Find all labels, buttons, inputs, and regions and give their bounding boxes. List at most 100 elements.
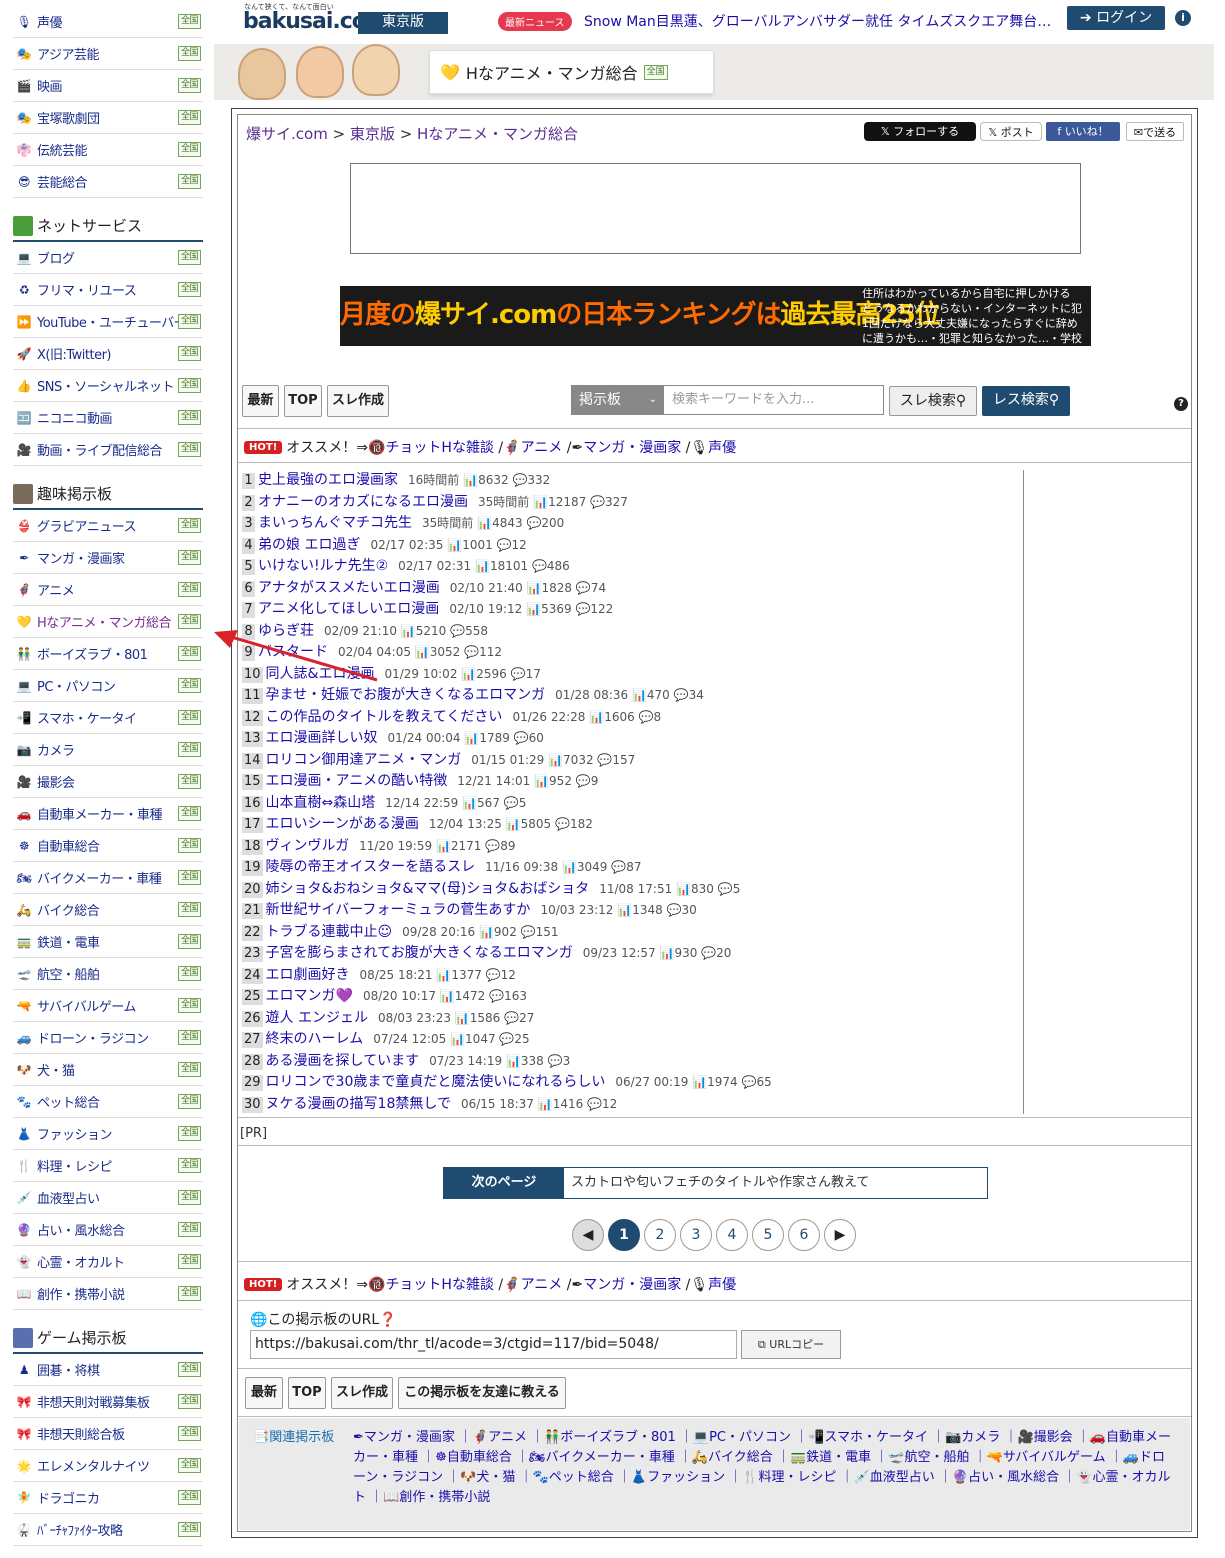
sidebar-item[interactable]: 👍 SNS・ソーシャルネット 全国 — [13, 370, 203, 402]
sidebar-item[interactable]: ☸ 自動車総合 全国 — [13, 830, 203, 862]
sidebar-item[interactable]: 🛵 バイク総合 全国 — [13, 894, 203, 926]
sidebar-item[interactable]: 🍴 料理・レシピ 全国 — [13, 1150, 203, 1182]
nationwide-badge[interactable]: 全国 — [177, 1458, 201, 1473]
x-post-button[interactable]: 𝕏 ポスト — [980, 122, 1042, 141]
related-link[interactable]: PC・パソコン — [709, 1430, 791, 1445]
recommend-link[interactable]: マンガ・漫画家 — [583, 440, 681, 456]
nationwide-badge[interactable]: 全国 — [177, 410, 201, 425]
thread-title-link[interactable]: 遊人 エンジェル — [266, 1010, 368, 1026]
thread-row[interactable]: 11 孕ませ・妊娠でお腹が大きくなるエロマンガ 01/28 08:36 📊470 💬… — [242, 685, 1023, 707]
nationwide-badge[interactable]: 全国 — [177, 1094, 201, 1109]
nationwide-badge[interactable]: 全国 — [177, 678, 201, 693]
related-link[interactable]: 航空・船舶 — [904, 1450, 969, 1465]
page-number-4[interactable]: 4 — [716, 1219, 748, 1251]
page-number-2[interactable]: 2 — [644, 1219, 676, 1251]
res-search-button[interactable]: レス検索⚲ — [982, 386, 1070, 416]
nationwide-badge[interactable]: 全国 — [177, 174, 201, 189]
sidebar-item[interactable]: 🎀 非想天則総合板 全国 — [13, 1418, 203, 1450]
thread-row[interactable]: 29 ロリコンで30歳まで童貞だと魔法使いになれるらしい 06/27 00:19 📊… — [242, 1072, 1023, 1094]
latest-button[interactable]: 最新 — [242, 385, 279, 417]
thread-title-link[interactable]: 終末のハーレム — [266, 1031, 364, 1047]
nationwide-badge[interactable]: 全国 — [177, 998, 201, 1013]
nationwide-badge[interactable]: 全国 — [177, 1158, 201, 1173]
thread-title-link[interactable]: ロリコンで30歳まで童貞だと魔法使いになれるらしい — [266, 1074, 606, 1090]
thread-row[interactable]: 26 遊人 エンジェル 08/03 23:23 📊1586 💬27 — [242, 1008, 1023, 1030]
related-link[interactable]: 犬・猫 — [476, 1470, 515, 1485]
sidebar-item[interactable]: ♟ 囲碁・将棋 全国 — [13, 1354, 203, 1386]
nationwide-badge[interactable]: 全国 — [177, 934, 201, 949]
sidebar-item[interactable]: 🎙 声優 全国 — [13, 6, 203, 38]
sidebar-item[interactable]: 👗 ファッション 全国 — [13, 1118, 203, 1150]
thread-title-link[interactable]: オナニーのオカズになるエロ漫画 — [258, 494, 468, 510]
sidebar-item[interactable]: 🔮 占い・風水総合 全国 — [13, 1214, 203, 1246]
sidebar-item[interactable]: 📲 スマホ・ケータイ 全国 — [13, 702, 203, 734]
sidebar-item[interactable]: 💻 PC・パソコン 全国 — [13, 670, 203, 702]
thread-title-link[interactable]: ヌケる漫画の描写18禁無しで — [266, 1096, 451, 1112]
thread-title-link[interactable]: 新世紀サイバーフォーミュラの菅生あすか — [266, 902, 531, 918]
sidebar-item[interactable]: 💉 血液型占い 全国 — [13, 1182, 203, 1214]
thread-row[interactable]: 1 史上最強のエロ漫画家 16時間前 📊8632 💬332 — [242, 470, 1023, 492]
url-copy-button[interactable]: ⧉ URLコピー — [741, 1330, 841, 1359]
thread-row[interactable]: 30 ヌケる漫画の描写18禁無しで 06/15 18:37 📊1416 💬12 — [242, 1094, 1023, 1116]
question-icon[interactable]: ❓ — [379, 1312, 396, 1328]
nationwide-badge[interactable]: 全国 — [177, 774, 201, 789]
nationwide-badge[interactable]: 全国 — [177, 142, 201, 157]
thread-row[interactable]: 27 終末のハーレム 07/24 12:05 📊1047 💬25 — [242, 1029, 1023, 1051]
thread-row[interactable]: 2 オナニーのオカズになるエロ漫画 35時間前 📊12187 💬327 — [242, 492, 1023, 514]
board-url-field[interactable]: https://bakusai.com/thr_tl/acode=3/ctgid… — [250, 1330, 737, 1359]
nationwide-badge[interactable]: 全国 — [177, 870, 201, 885]
sidebar-item[interactable]: 🎥 撮影会 全国 — [13, 766, 203, 798]
nationwide-badge[interactable]: 全国 — [177, 550, 201, 565]
login-button[interactable]: ➔ ログイン — [1067, 6, 1165, 30]
related-link[interactable]: アニメ — [488, 1430, 527, 1445]
prev-page-icon[interactable]: ◀ — [572, 1219, 604, 1251]
thread-row[interactable]: 5 いけない!ルナ先生② 02/17 02:31 📊18101 💬486 — [242, 556, 1023, 578]
sidebar-item[interactable]: 💻 ブログ 全国 — [13, 242, 203, 274]
thread-title-link[interactable]: エロマンガ💜 — [266, 988, 353, 1004]
nationwide-badge[interactable]: 全国 — [177, 902, 201, 917]
thread-title-link[interactable]: この作品のタイトルを教えてください — [266, 709, 503, 725]
thread-row[interactable]: 21 新世紀サイバーフォーミュラの菅生あすか 10/03 23:12 📊1348 💬… — [242, 900, 1023, 922]
board-select[interactable]: 掲示板 ⌄ — [571, 385, 663, 415]
sidebar-item[interactable]: 🔫 サバイバルゲーム 全国 — [13, 990, 203, 1022]
related-link[interactable]: 撮影会 — [1034, 1430, 1073, 1445]
thread-row[interactable]: 14 ロリコン御用達アニメ・マンガ 01/15 01:29 📊7032 💬157 — [242, 750, 1023, 772]
nationwide-badge[interactable]: 全国 — [177, 1254, 201, 1269]
nationwide-badge[interactable]: 全国 — [177, 806, 201, 821]
related-link[interactable]: マンガ・漫画家 — [364, 1430, 455, 1445]
sidebar-item[interactable]: 👬 ボーイズラブ・801 全国 — [13, 638, 203, 670]
x-follow-button[interactable]: 𝕏 フォローする — [864, 122, 976, 141]
thread-title-link[interactable]: ある漫画を探しています — [266, 1053, 420, 1069]
page-number-3[interactable]: 3 — [680, 1219, 712, 1251]
nationwide-badge[interactable]: 全国 — [177, 838, 201, 853]
nationwide-badge[interactable]: 全国 — [177, 1126, 201, 1141]
sidebar-item[interactable]: 🚗 自動車メーカー・車種 全国 — [13, 798, 203, 830]
sidebar-item[interactable]: 🎀 非想天則対戦募集板 全国 — [13, 1386, 203, 1418]
facebook-like-button[interactable]: f いいね！ — [1046, 122, 1120, 141]
sidebar-item[interactable]: 🚃 鉄道・電車 全国 — [13, 926, 203, 958]
related-link[interactable]: ボーイズラブ・801 — [560, 1430, 675, 1445]
breadcrumb-current[interactable]: Hなアニメ・マンガ総合 — [417, 125, 578, 143]
sidebar-item[interactable]: 💛 Hなアニメ・マンガ総合 全国 — [13, 606, 203, 638]
sidebar-item[interactable]: 🏍 バイクメーカー・車種 全国 — [13, 862, 203, 894]
nationwide-badge[interactable]: 全国 — [177, 14, 201, 29]
thread-title-link[interactable]: エロ漫画・アニメの酷い特徴 — [266, 773, 448, 789]
sidebar-item[interactable]: 🚙 ドローン・ラジコン 全国 — [13, 1022, 203, 1054]
recommend-link[interactable]: アニメ — [521, 440, 563, 456]
thread-title-link[interactable]: 弟の娘 エロ過ぎ — [258, 537, 360, 553]
nationwide-badge[interactable]: 全国 — [177, 1522, 201, 1537]
thread-title-link[interactable]: いけない!ルナ先生② — [258, 558, 388, 574]
thread-row[interactable]: 22 トラブる連載中止☺ 09/28 20:16 📊902 💬151 — [242, 922, 1023, 944]
sidebar-item[interactable]: 🎥 動画・ライブ配信総合 全国 — [13, 434, 203, 466]
sidebar-item[interactable]: 🐾 ペット総合 全国 — [13, 1086, 203, 1118]
nationwide-badge[interactable]: 全国 — [177, 1426, 201, 1441]
thread-title-link[interactable]: トラブる連載中止☺ — [266, 924, 393, 940]
sidebar-item[interactable]: 🧚 ドラゴニカ 全国 — [13, 1482, 203, 1514]
related-link[interactable]: ファッション — [647, 1470, 725, 1485]
thread-row[interactable]: 18 ヴィンヴルガ 11/20 19:59 📊2171 💬89 — [242, 836, 1023, 858]
recommend-link[interactable]: アニメ — [521, 1277, 563, 1293]
thread-row[interactable]: 12 この作品のタイトルを教えてください 01/26 22:28 📊1606 💬8 — [242, 707, 1023, 729]
sidebar-item[interactable]: 🛫 航空・船舶 全国 — [13, 958, 203, 990]
nationwide-badge[interactable]: 全国 — [177, 742, 201, 757]
sidebar-item[interactable]: 👘 伝統芸能 全国 — [13, 134, 203, 166]
